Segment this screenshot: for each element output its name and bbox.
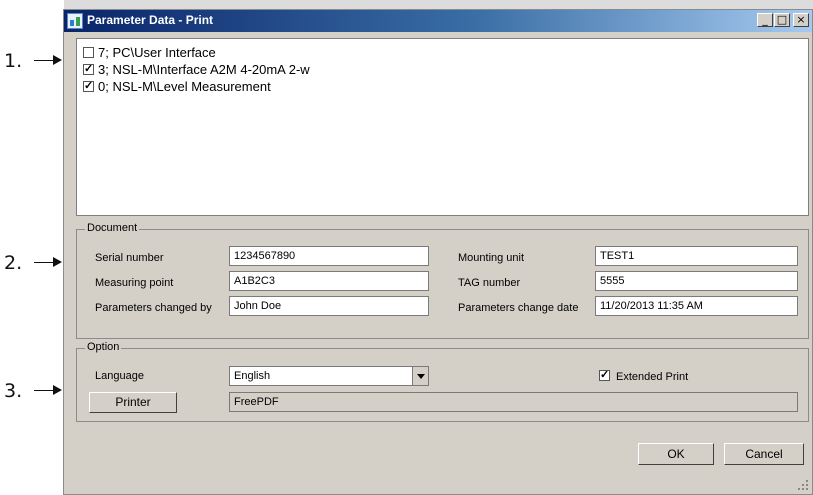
callout-1: 1. (4, 50, 64, 72)
callout-2: 2. (4, 252, 64, 274)
group-title: Option (85, 341, 122, 353)
item-label: 0; NSL-M\Level Measurement (98, 79, 271, 94)
group-title: Document (85, 222, 140, 234)
printer-name-field: FreePDF (229, 392, 798, 412)
callout-3: 3. (4, 380, 64, 402)
resize-grip-icon[interactable] (798, 480, 808, 490)
item-checkbox[interactable] (83, 79, 94, 92)
item-label: 7; PC\User Interface (98, 45, 216, 60)
window-title: Parameter Data - Print (87, 13, 214, 27)
change-date-label: Parameters change date (458, 302, 579, 314)
callout-arrow (34, 385, 62, 395)
language-value: English (234, 370, 271, 382)
language-select[interactable]: English (229, 366, 429, 386)
changed-by-label: Parameters changed by (95, 302, 212, 314)
serial-number-field[interactable]: 1234567890 (229, 246, 429, 266)
change-date-field[interactable]: 11/20/2013 11:35 AM (595, 296, 798, 316)
language-label: Language (95, 370, 144, 382)
extended-print-label: Extended Print (616, 371, 689, 383)
tag-number-field[interactable]: 5555 (595, 271, 798, 291)
ok-button[interactable]: OK (638, 443, 714, 465)
app-icon (67, 13, 83, 29)
callout-number: 3. (4, 380, 23, 402)
measuring-point-field[interactable]: A1B2C3 (229, 271, 429, 291)
document-group: Document Serial number 1234567890 Measur… (76, 222, 809, 339)
minimize-button[interactable]: _ (757, 13, 773, 27)
cancel-button[interactable]: Cancel (724, 443, 804, 465)
callout-arrow (34, 55, 62, 65)
option-group: Option Language English Extended Print P… (76, 341, 809, 422)
print-dialog: Parameter Data - Print _ □ × 7; PC\User … (63, 9, 813, 495)
callout-arrow (34, 257, 62, 267)
close-button[interactable]: × (793, 13, 809, 27)
extended-print-checkbox[interactable] (599, 368, 610, 381)
title-bar[interactable]: Parameter Data - Print _ □ × (64, 10, 812, 32)
chevron-down-icon[interactable] (412, 367, 428, 385)
mounting-unit-label: Mounting unit (458, 252, 525, 264)
module-listbox[interactable]: 7; PC\User Interface 3; NSL-M\Interface … (76, 38, 809, 216)
changed-by-field[interactable]: John Doe (229, 296, 429, 316)
callout-number: 2. (4, 252, 23, 274)
left-margin (0, 0, 64, 495)
serial-number-label: Serial number (95, 252, 164, 264)
item-label: 3; NSL-M\Interface A2M 4-20mA 2-w (98, 62, 310, 77)
mounting-unit-field[interactable]: TEST1 (595, 246, 798, 266)
item-checkbox[interactable] (83, 62, 94, 75)
callout-number: 1. (4, 50, 23, 72)
measuring-point-label: Measuring point (95, 277, 174, 289)
maximize-button[interactable]: □ (774, 13, 790, 27)
item-checkbox[interactable] (83, 47, 94, 58)
printer-button[interactable]: Printer (89, 392, 177, 413)
tag-number-label: TAG number (458, 277, 521, 289)
